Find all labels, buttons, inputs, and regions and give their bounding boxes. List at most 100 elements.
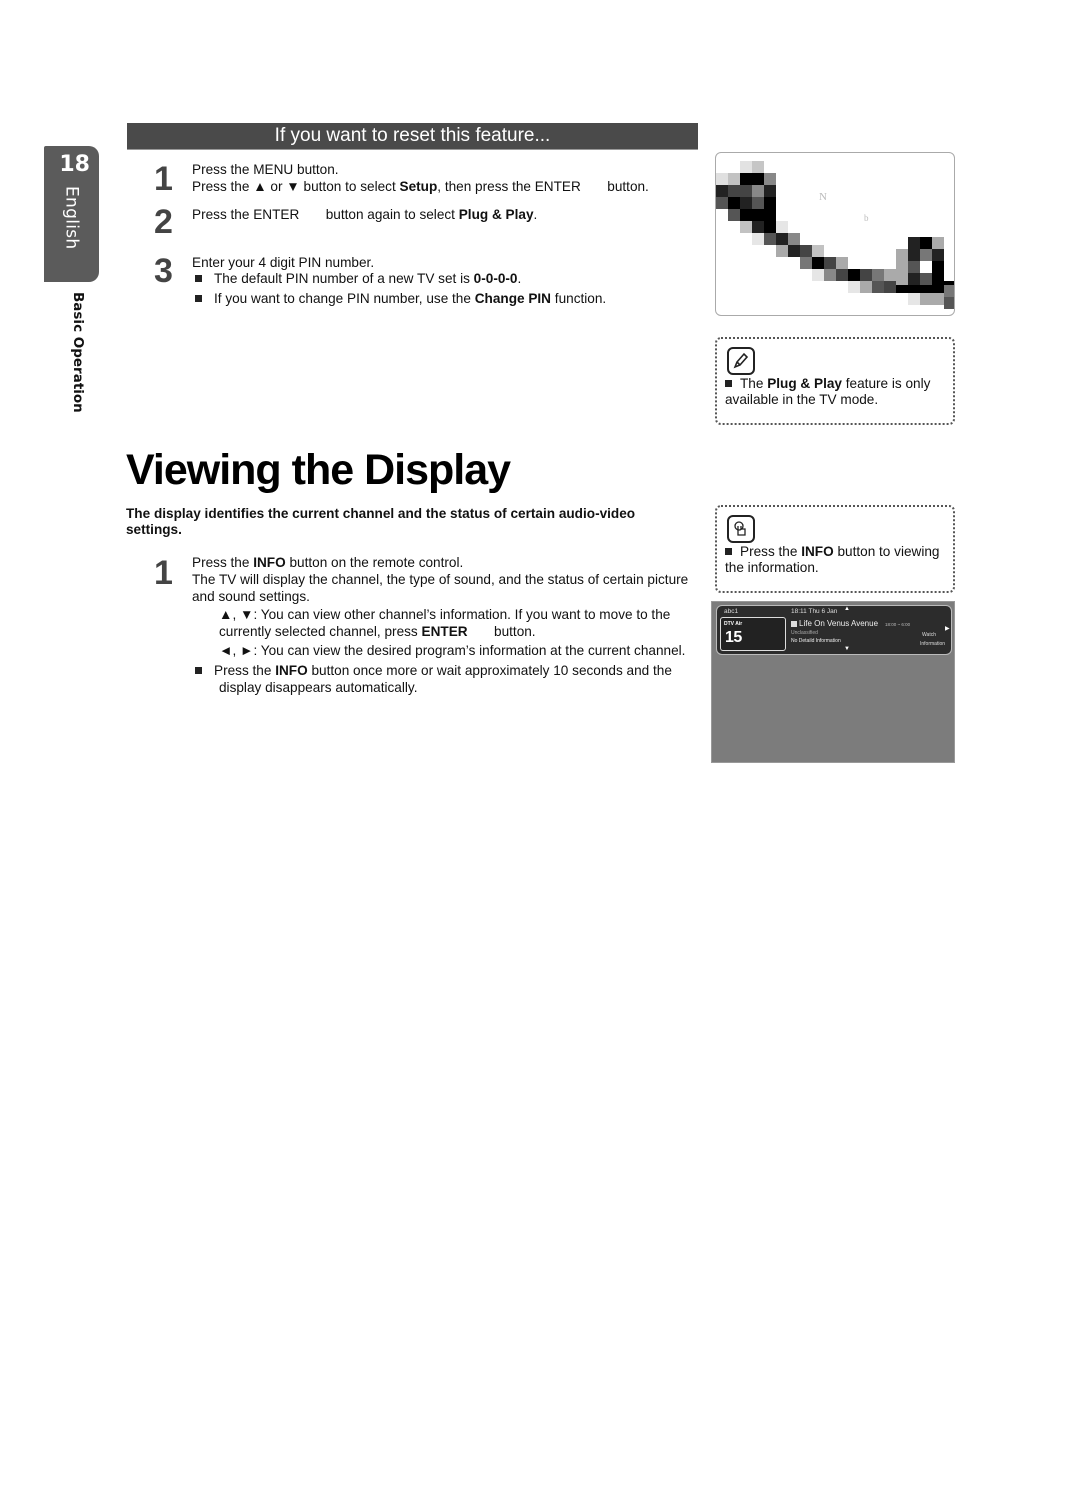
pixel-tile [740,185,752,197]
pixel-tile [716,197,728,209]
text: button again to select [299,207,459,222]
program-title: Life On Venus Avenue [791,619,878,628]
faint-letter: b [864,213,869,223]
arrow-down-icon: ▼ [844,646,850,652]
intro-text: The display identifies the current chann… [126,506,636,537]
pixel-tile [932,261,944,273]
text: button. [580,179,649,194]
pixel-tile [824,269,836,281]
pixel-tile [716,185,728,197]
pixel-tile [800,245,812,257]
text: If you want to change PIN number, use th… [214,291,475,306]
pixel-tile [944,297,954,309]
pixel-tile [932,237,944,249]
step-1-line-1: Press the MENU button. [192,161,339,178]
info-osd: abc1 DTV Air 15 18:11 Thu 6 Jan ▲ Life O… [716,605,952,655]
pixel-tile [788,245,800,257]
pixel-tile [848,269,860,281]
bold-term: INFO [253,555,286,570]
pixelated-image: N b [715,152,955,316]
pixel-tile [896,273,908,285]
bold-term: Plug & Play [767,376,842,391]
pixel-tile [836,257,848,269]
pixel-tile [920,273,932,285]
pixel-tile [764,197,776,209]
bold-term: INFO [275,663,308,678]
pixel-tile [944,285,954,297]
text: button. [293,162,339,177]
viewing-bullet: Press the INFO button once more or wait … [195,662,714,696]
pixel-tile [932,293,944,305]
text: Press the [192,555,254,570]
faint-letter: N [819,191,827,203]
page-title: Viewing the Display [126,446,511,494]
text: Press the [740,544,802,559]
pixel-tile [932,273,944,285]
datetime: 18:11 Thu 6 Jan [791,608,838,615]
pixel-tile [764,221,776,233]
pixel-tile [752,197,764,209]
pixel-tile [740,161,752,173]
bullet-icon [195,275,202,282]
channel-number: 15 [725,629,742,646]
note-text: Press the INFO button to viewing the inf… [725,544,951,576]
pixel-tile [812,269,824,281]
program-detail: No Detaild Information [791,638,841,644]
pixel-tile [764,233,776,245]
bold-term: 0-0-0-0 [473,271,518,286]
bold-term: INFO [801,544,834,559]
bullet-icon [195,667,202,674]
pixel-tile [908,293,920,305]
note-text: The Plug & Play feature is only availabl… [725,376,945,408]
program-rating: Unclassified [791,630,818,636]
viewing-step-line-1: Press the INFO button on the remote cont… [192,554,463,571]
pixel-tile [752,221,764,233]
step-3-bullet-2: If you want to change PIN number, use th… [195,290,606,307]
section-label: Basic Operation [70,292,86,413]
text: . [533,207,538,222]
note-box-info: Press the INFO button to viewing the inf… [715,505,955,593]
channel-box: DTV Air 15 [720,617,786,651]
pixel-tile [872,281,884,293]
pixel-tile [908,249,920,261]
pixel-tile [776,245,788,257]
pixel-tile [908,261,920,273]
pixel-tile [764,209,776,221]
step-1-line-2: Press the ▲ or ▼ button to select Setup,… [192,178,649,195]
step-3-bullet-1: The default PIN number of a new TV set i… [195,270,521,287]
step-2-line: Press the ENTER button again to select P… [192,206,537,223]
pixel-tile [800,257,812,269]
step-number: 3 [154,252,173,290]
watch-label: Watch [922,632,936,638]
pixel-tile [824,257,836,269]
viewing-sub-up-down: ▲, ▼: You can view other channel’s infor… [219,606,689,640]
page-number: 18 [59,152,90,177]
pixel-tile [860,269,872,281]
pixel-tile [788,233,800,245]
pixel-tile [812,257,824,269]
viewing-step-line-2: The TV will display the channel, the typ… [192,572,689,604]
pixel-tile [752,233,764,245]
arrow-up-icon: ▲ [844,606,850,612]
pixel-tile [740,197,752,209]
pixel-tile [812,245,824,257]
hand-press-icon [727,515,755,543]
bold-term: Setup [399,179,438,194]
pixel-tile [872,269,884,281]
pixel-tile [728,173,740,185]
pixel-tile [752,173,764,185]
text: The [740,376,768,391]
note-box-plug-play: The Plug & Play feature is only availabl… [715,337,955,425]
text: , then press the ENTER [437,179,581,194]
pixel-tile [920,293,932,305]
pixel-tile [896,261,908,273]
bold-term: Change PIN [474,291,552,306]
step-number: 2 [154,203,173,241]
pixel-tile [836,269,848,281]
text: function. [551,291,607,306]
tv-screen: abc1 DTV Air 15 18:11 Thu 6 Jan ▲ Life O… [711,601,955,763]
bullet-icon [195,295,202,302]
text: The default PIN number of a new TV set i… [214,271,474,286]
text: MENU [253,162,294,177]
viewing-sub-left-right: ◄, ►: You can view the desired program’s… [219,643,686,658]
